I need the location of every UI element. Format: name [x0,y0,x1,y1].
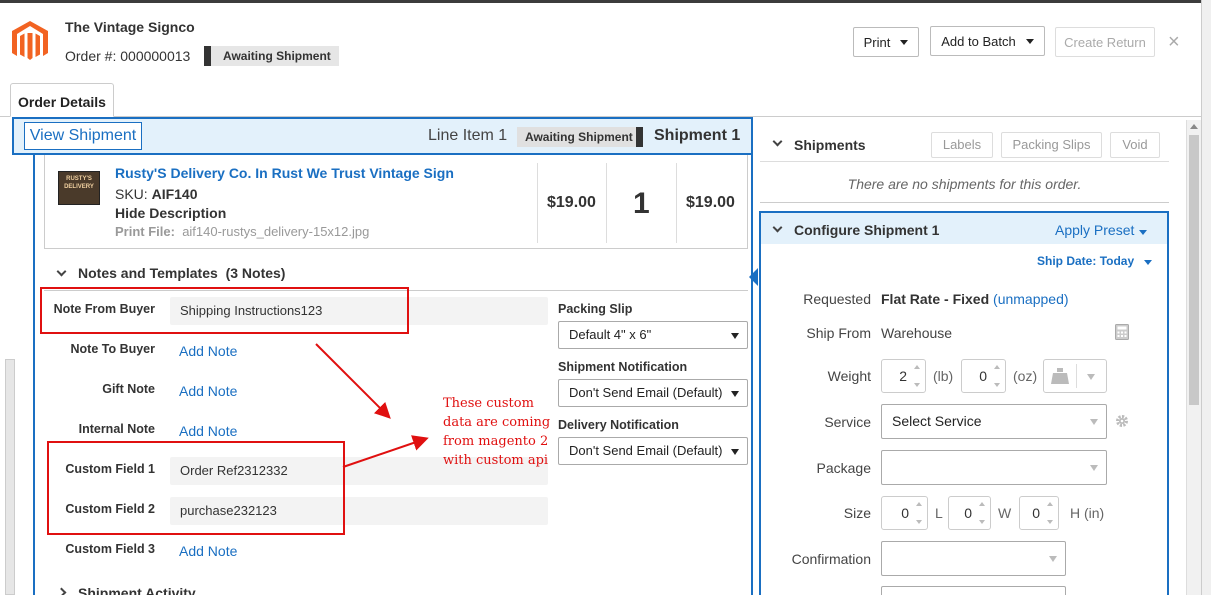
chevron-down-icon [900,39,909,45]
apply-preset-dropdown[interactable]: Apply Preset [1055,222,1148,238]
chevron-down-icon [1090,465,1098,471]
stepper-down-icon[interactable] [914,383,920,387]
weight-oz-input[interactable]: 0 [961,359,1006,393]
scroll-up-icon[interactable] [1190,124,1198,129]
stepper-up-icon[interactable] [1047,502,1053,506]
weight-lb-input[interactable]: 2 [881,359,926,393]
requested-label: Requested [803,291,871,307]
confirmation-select[interactable] [881,541,1066,576]
apply-preset-label: Apply Preset [1055,222,1135,238]
add-to-batch-label: Add to Batch [941,33,1016,49]
scale-icon [1051,368,1069,384]
confirmation-label: Confirmation [791,551,871,567]
size-height-input[interactable]: 0 [1019,496,1059,530]
void-button[interactable]: Void [1110,132,1160,158]
stepper-down-icon[interactable] [979,520,985,524]
ship-date-label: Ship Date: [1037,254,1097,268]
print-button[interactable]: Print [853,27,919,57]
chevron-down-icon [1087,374,1095,380]
ship-date-dropdown[interactable]: Ship Date: Today [1037,254,1153,268]
calculator-icon[interactable] [1115,324,1129,340]
configure-shipment-title: Configure Shipment 1 [794,222,940,238]
size-length-unit: L [935,505,943,521]
shipments-title: Shipments [794,137,866,153]
labels-button[interactable]: Labels [931,132,993,158]
annotation-arrow [342,435,429,468]
ship-date-value: Today [1099,254,1135,268]
package-label: Package [816,460,871,476]
create-return-button[interactable]: Create Return [1055,27,1155,57]
packing-slips-button[interactable]: Packing Slips [1001,132,1102,158]
stepper-up-icon[interactable] [914,365,920,369]
scale-button[interactable] [1043,359,1107,393]
divider [760,161,1169,162]
gear-icon[interactable] [1115,414,1129,428]
service-value: Select Service [892,413,982,429]
chevron-down-icon [1090,419,1098,425]
requested-row: Flat Rate - Fixed (unmapped) [881,291,1069,307]
stepper-up-icon[interactable] [916,502,922,506]
chevron-down-icon [1144,260,1153,265]
size-length-value: 0 [901,505,909,521]
size-height-unit: H (in) [1070,505,1105,521]
weight-label: Weight [827,368,871,384]
print-button-label: Print [863,34,891,50]
add-to-batch-button[interactable]: Add to Batch [930,26,1045,56]
size-label: Size [843,505,871,521]
order-modal: The Vintage Signco Order #: 000000013 Aw… [0,3,1201,595]
stepper-up-icon[interactable] [979,502,985,506]
service-label: Service [824,414,871,430]
weight-lb-unit: (lb) [933,368,954,384]
chevron-down-icon [1139,230,1148,235]
scrollbar-thumb[interactable] [1189,135,1199,405]
package-select[interactable] [881,450,1107,485]
stepper-down-icon[interactable] [994,383,1000,387]
size-width-unit: W [998,505,1012,521]
annotation-arrow [315,343,391,419]
chevron-down-icon [1025,38,1034,44]
annotation-text: These custom data are coming from magent… [443,396,551,468]
stepper-down-icon[interactable] [916,520,922,524]
size-width-value: 0 [964,505,972,521]
annotation-arrows [315,343,429,468]
stepper-down-icon[interactable] [1047,520,1053,524]
service-select[interactable]: Select Service [881,404,1107,439]
ship-from-label: Ship From [806,325,871,341]
no-shipments-text: There are no shipments for this order. [847,176,1082,192]
next-field-select[interactable] [881,586,1066,595]
size-width-input[interactable]: 0 [948,496,991,530]
weight-oz-value: 0 [979,368,987,384]
divider [1076,364,1077,388]
weight-oz-unit: (oz) [1013,368,1038,384]
requested-value: Flat Rate - Fixed [881,291,990,307]
background-page-edge [1201,0,1211,595]
requested-mapping-link[interactable]: (unmapped) [993,291,1069,307]
right-scrollbar[interactable] [1186,120,1201,595]
stepper-up-icon[interactable] [994,365,1000,369]
size-height-value: 0 [1032,505,1040,521]
close-icon[interactable]: × [1168,31,1180,54]
ship-from-value: Warehouse [881,325,953,341]
configure-shipment-panel [759,211,1169,595]
size-length-input[interactable]: 0 [881,496,928,530]
chevron-down-icon [1049,556,1057,562]
shipment-activity-toggle[interactable]: Shipment Activity [78,585,196,595]
weight-lb-value: 2 [899,368,907,384]
